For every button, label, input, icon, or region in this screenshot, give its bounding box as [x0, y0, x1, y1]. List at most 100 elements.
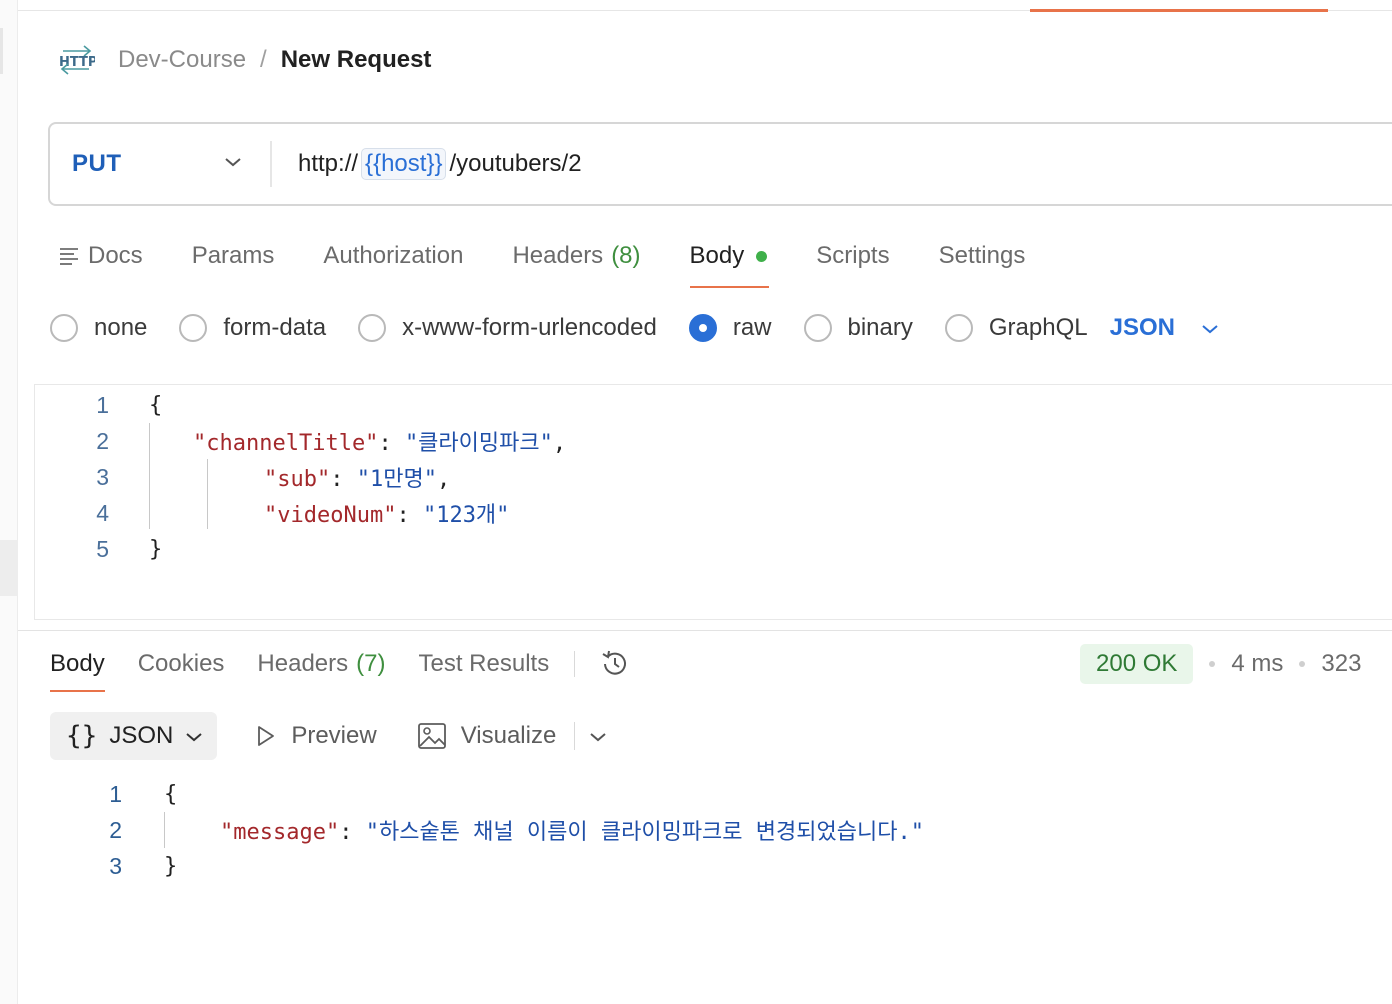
body-language-label: JSON — [1109, 314, 1175, 341]
chevron-down-icon[interactable] — [589, 722, 607, 750]
preview-button[interactable]: Preview — [253, 722, 377, 750]
radio-raw[interactable] — [688, 314, 717, 342]
indent-guide — [207, 459, 208, 529]
line-number: 5 — [96, 535, 109, 562]
response-meta: 200 OK 4 ms 323 — [1080, 644, 1361, 684]
url-variable[interactable]: {{host}} — [361, 148, 447, 180]
request-tabs: Docs Params Authorization Headers (8) Bo… — [58, 236, 1074, 288]
radio-urlencoded[interactable] — [358, 314, 387, 342]
tab-settings-label: Settings — [938, 242, 1026, 269]
response-time[interactable]: 4 ms — [1231, 650, 1283, 678]
json-colon: : — [378, 431, 405, 456]
json-key: "sub" — [264, 467, 331, 492]
toolbar-separator — [574, 722, 576, 750]
radio-graphql[interactable] — [944, 314, 973, 342]
meta-separator — [1299, 661, 1306, 667]
pane-divider[interactable] — [18, 630, 1392, 631]
request-url-bar: PUT http:// {{host}} /youtubers/2 — [48, 122, 1392, 206]
body-type-raw-label: raw — [732, 314, 772, 341]
response-format-select[interactable]: {} JSON — [50, 712, 218, 760]
tab-test-results-label: Test Results — [418, 650, 550, 677]
status-badge[interactable]: 200 OK — [1080, 644, 1194, 684]
request-body-editor[interactable]: 1 { 2 "channelTitle": "클라이밍파크", 3 "sub":… — [34, 384, 1392, 620]
meta-separator — [1209, 661, 1216, 667]
tab-test-results[interactable]: Test Results — [418, 650, 549, 678]
tab-authorization-label: Authorization — [323, 242, 464, 269]
breadcrumb-collection[interactable]: Dev-Course — [118, 46, 246, 74]
visualize-label: Visualize — [460, 722, 557, 749]
line-number: 2 — [96, 427, 109, 454]
chevron-down-icon — [1175, 314, 1219, 342]
preview-label: Preview — [291, 722, 377, 749]
body-type-raw[interactable]: raw — [688, 314, 772, 342]
radio-binary[interactable] — [803, 314, 832, 342]
body-type-graphql[interactable]: GraphQL — [944, 314, 1088, 342]
body-modified-dot — [756, 250, 768, 262]
request-name[interactable]: New Request — [281, 46, 432, 74]
line-number: 3 — [109, 852, 122, 879]
method-select[interactable]: PUT — [50, 141, 272, 187]
tab-params-label: Params — [191, 242, 275, 269]
image-icon — [417, 723, 446, 749]
json-key: "videoNum" — [264, 503, 397, 528]
left-sidebar-rail — [0, 0, 18, 1004]
indent-guide — [149, 423, 150, 529]
tab-cookies[interactable]: Cookies — [138, 650, 225, 678]
line-number: 1 — [96, 391, 109, 418]
tab-docs[interactable]: Docs — [58, 236, 143, 276]
response-size[interactable]: 323 — [1321, 650, 1361, 678]
body-type-binary-label: binary — [847, 314, 913, 341]
close-brace: } — [164, 853, 178, 879]
sidebar-selected-marker — [0, 540, 18, 596]
tab-scripts[interactable]: Scripts — [816, 236, 889, 276]
tab-headers[interactable]: Headers (8) — [512, 236, 640, 276]
radio-none[interactable] — [50, 314, 78, 342]
json-entry: "message": "하스숱톤 채널 이름이 클라이밍파크로 변경되었습니다.… — [220, 814, 924, 846]
url-path: /youtubers/2 — [449, 150, 582, 177]
json-comma: , — [552, 431, 567, 456]
http-icon: HTTP — [56, 40, 96, 80]
body-type-none[interactable]: none — [50, 314, 147, 342]
url-input[interactable]: http:// {{host}} /youtubers/2 — [298, 148, 582, 180]
response-body-viewer[interactable]: 1 { 2 "message": "하스숱톤 채널 이름이 클라이밍파크로 변경… — [50, 776, 1350, 886]
body-type-urlencoded[interactable]: x-www-form-urlencoded — [358, 314, 657, 342]
docs-icon — [58, 246, 80, 266]
body-type-form-data[interactable]: form-data — [179, 314, 326, 342]
tab-body[interactable]: Body — [689, 236, 769, 288]
radio-form-data[interactable] — [179, 314, 208, 342]
tab-response-body-label: Body — [50, 650, 105, 677]
json-colon: : — [330, 467, 357, 492]
open-brace: { — [149, 392, 163, 418]
tab-response-body[interactable]: Body — [50, 650, 105, 692]
tab-scripts-label: Scripts — [816, 242, 890, 269]
breadcrumb: HTTP Dev-Course / New Request — [56, 40, 431, 80]
tab-body-label: Body — [689, 242, 745, 269]
history-icon[interactable] — [599, 648, 631, 680]
json-string: "1만명" — [356, 467, 437, 492]
line-number: 4 — [96, 499, 109, 526]
tab-response-headers[interactable]: Headers (7) — [257, 650, 385, 678]
visualize-button[interactable]: Visualize — [417, 722, 557, 750]
body-type-form-data-label: form-data — [223, 314, 327, 341]
line-number: 3 — [96, 463, 109, 490]
close-brace: } — [149, 536, 163, 562]
json-string: "하스숱톤 채널 이름이 클라이밍파크로 변경되었습니다." — [365, 820, 924, 845]
line-number: 2 — [109, 816, 122, 843]
method-label: PUT — [72, 150, 122, 177]
tab-separator — [574, 651, 576, 677]
active-tab-indicator — [1030, 9, 1328, 12]
breadcrumb-separator: / — [260, 46, 267, 73]
json-key: "message" — [220, 820, 340, 845]
line-number: 1 — [109, 780, 122, 807]
body-language-select[interactable]: JSON — [1110, 314, 1219, 342]
chevron-down-icon — [224, 155, 242, 173]
body-type-binary[interactable]: binary — [803, 314, 913, 342]
tab-params[interactable]: Params — [192, 236, 275, 276]
body-type-selector: none form-data x-www-form-urlencoded raw… — [50, 308, 1219, 348]
json-string: "123개" — [422, 503, 510, 528]
tab-docs-label: Docs — [88, 242, 143, 269]
tab-settings[interactable]: Settings — [939, 236, 1026, 276]
tab-authorization[interactable]: Authorization — [323, 236, 463, 276]
tab-cookies-label: Cookies — [137, 650, 225, 677]
open-brace: { — [164, 781, 178, 807]
